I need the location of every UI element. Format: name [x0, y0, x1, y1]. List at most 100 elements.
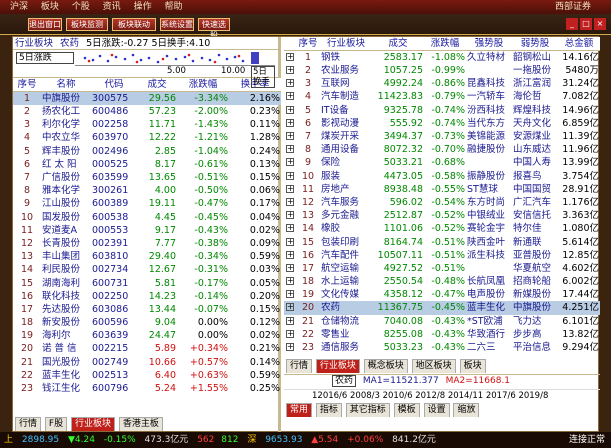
tab-f-shares[interactable]: F股: [44, 417, 68, 431]
table-row[interactable]: +16 汽车配件 10507.11 -0.51% 派生科技 亚普股份 12.85亿: [284, 249, 600, 262]
table-row[interactable]: 14 利民股份 002734 12.67 -0.31% 0.03%: [13, 263, 281, 276]
table-row[interactable]: 2 扬农化工 600486 57.23 -2.00% 0.23%: [13, 105, 281, 118]
tab-quote[interactable]: 行情: [286, 359, 313, 373]
table-row[interactable]: +6 影视动漫 555.92 -0.74% 当代东方 天舟文化 6.859亿: [284, 117, 600, 130]
table-row[interactable]: 13 丰山集团 603810 29.40 -0.34% 0.59%: [13, 250, 281, 263]
table-row[interactable]: 17 先达股份 603086 13.44 -0.07% 0.15%: [13, 303, 281, 316]
table-row[interactable]: +22 零售业 8255.08 -0.43% 华致酒行 步步高 13.82亿: [284, 328, 600, 341]
table-row[interactable]: 12 长青股份 002391 7.77 -0.38% 0.09%: [13, 237, 281, 250]
expand-icon[interactable]: +: [284, 77, 296, 90]
maximize-icon[interactable]: □: [580, 18, 592, 30]
expand-icon[interactable]: +: [284, 117, 296, 130]
expand-icon[interactable]: +: [284, 156, 296, 169]
table-row[interactable]: +18 水上运输 2550.54 -0.48% 长航凤凰 招商轮船 6.002亿: [284, 275, 600, 288]
table-row[interactable]: +7 煤炭开采 3494.37 -0.73% 美锦能源 安源煤业 11.39亿: [284, 130, 600, 143]
table-row[interactable]: 23 钱江生化 600796 5.24 +1.55% 0.25%: [13, 382, 281, 395]
expand-icon[interactable]: +: [284, 301, 296, 315]
tab-settings[interactable]: 设置: [423, 403, 450, 417]
menu-item[interactable]: 个股: [72, 2, 90, 12]
tab-concept[interactable]: 概念板块: [363, 359, 408, 373]
menu-item[interactable]: 板块: [41, 2, 59, 12]
table-row[interactable]: 4 中农立华 603970 12.22 -1.21% 1.28%: [13, 131, 281, 144]
table-row[interactable]: 9 江山股份 600389 19.11 -0.47% 0.17%: [13, 197, 281, 210]
table-row[interactable]: 16 联化科技 002250 14.23 -0.14% 0.20%: [13, 290, 281, 303]
tab-region[interactable]: 地区板块: [411, 359, 456, 373]
table-row[interactable]: +11 房地产 8938.48 -0.55% ST慧球 中国国贸 28.91亿: [284, 183, 600, 196]
col-header[interactable]: 涨跌幅: [424, 37, 466, 51]
table-row[interactable]: 22 蓝丰生化 002513 6.40 +0.63% 0.59%: [13, 369, 281, 382]
table-row[interactable]: +2 农业服务 1057.25 -0.99% 一拖股份 5480万: [284, 64, 600, 77]
expand-icon[interactable]: +: [284, 315, 296, 328]
col-header[interactable]: 弱势股: [512, 37, 558, 51]
expand-icon[interactable]: +: [284, 341, 296, 354]
table-row[interactable]: +19 文化传媒 4358.12 -0.47% 电声股份 新媒股份 17.44亿: [284, 288, 600, 301]
col-header[interactable]: 序号: [296, 37, 320, 51]
expand-icon[interactable]: +: [284, 51, 296, 65]
col-header[interactable]: 涨跌幅: [177, 78, 229, 92]
tab-zoom[interactable]: 缩放: [453, 403, 480, 417]
col-header[interactable]: 成交: [137, 78, 177, 92]
stock-select-button[interactable]: 快速选股: [198, 18, 230, 40]
col-header[interactable]: 行业板块: [320, 37, 372, 51]
col-header[interactable]: 代码: [91, 78, 137, 92]
expand-icon[interactable]: +: [284, 143, 296, 156]
expand-icon[interactable]: +: [284, 90, 296, 103]
table-row[interactable]: 11 安道麦A 000553 9.17 -0.43% 0.02%: [13, 224, 281, 237]
expand-icon[interactable]: +: [284, 288, 296, 301]
expand-icon[interactable]: +: [284, 275, 296, 288]
table-row[interactable]: +17 航空运输 4927.52 -0.51% 华夏航空 4.602亿: [284, 262, 600, 275]
tab-indicator[interactable]: 指标: [315, 403, 342, 417]
menu-item[interactable]: 沪深: [10, 2, 28, 12]
tab-industry[interactable]: 行业板块: [315, 359, 360, 373]
table-row[interactable]: 1 中旗股份 300575 29.56 -3.34% 2.16%: [13, 91, 281, 105]
expand-icon[interactable]: +: [284, 130, 296, 143]
expand-icon[interactable]: +: [284, 104, 296, 117]
tab-industry[interactable]: 行业板块: [70, 417, 115, 431]
tab-template[interactable]: 模板: [393, 403, 420, 417]
settings-button[interactable]: 系统设置: [160, 18, 194, 31]
expand-icon[interactable]: +: [284, 170, 296, 183]
expand-icon[interactable]: +: [284, 183, 296, 196]
expand-icon[interactable]: +: [284, 262, 296, 275]
table-row[interactable]: +8 通用设备 8072.32 -0.70% 融捷股份 山东威达 11.96亿: [284, 143, 600, 156]
col-header[interactable]: 强势股: [466, 37, 512, 51]
table-row[interactable]: +5 IT设备 9325.78 -0.74% 汾西科技 辉煌科技 14.96亿: [284, 104, 600, 117]
col-header[interactable]: 成交: [372, 37, 424, 51]
table-row[interactable]: +21 仓储物流 7040.08 -0.43% *ST欧浦 飞力达 6.101亿: [284, 315, 600, 328]
table-row[interactable]: 19 海利尔 603639 24.47 0.00% 0.02%: [13, 329, 281, 342]
table-row[interactable]: +15 包装印刷 8164.74 -0.51% 陕西金叶 新通联 5.614亿: [284, 235, 600, 248]
board-monitor-button[interactable]: 板块监测: [66, 18, 108, 31]
table-row[interactable]: 21 国光股份 002749 10.66 +0.57% 0.14%: [13, 356, 281, 369]
table-row[interactable]: 5 辉丰股份 002496 2.85 -1.04% 0.24%: [13, 145, 281, 158]
tab-board[interactable]: 板块: [459, 359, 486, 373]
table-row[interactable]: 6 红 太 阳 000525 8.17 -0.61% 0.13%: [13, 158, 281, 171]
expand-icon[interactable]: +: [284, 249, 296, 262]
table-row[interactable]: +3 互联网 4992.24 -0.86% 昆鑫科技 浙江富润 31.24亿: [284, 77, 600, 90]
board-link-button[interactable]: 板块联动: [112, 18, 156, 31]
menu-item[interactable]: 操作: [134, 2, 152, 12]
tab-quote[interactable]: 行情: [15, 417, 42, 431]
exit-button[interactable]: 退出窗口: [28, 18, 62, 31]
table-row[interactable]: +4 汽车制造 11423.83 -0.79% 一汽轿车 海伦哲 7.082亿: [284, 90, 600, 103]
expand-icon[interactable]: +: [284, 209, 296, 222]
expand-icon[interactable]: +: [284, 328, 296, 341]
minimize-icon[interactable]: _: [566, 18, 578, 30]
table-row[interactable]: 3 利尔化学 002258 11.71 -1.43% 0.11%: [13, 118, 281, 131]
table-row[interactable]: 7 广信股份 603599 13.65 -0.51% 0.15%: [13, 171, 281, 184]
table-row[interactable]: +13 多元金融 2512.87 -0.52% 中银绒业 安信信托 3.363亿: [284, 209, 600, 222]
close-icon[interactable]: ×: [594, 18, 606, 30]
table-row[interactable]: 18 新安股份 600596 9.04 0.00% 0.12%: [13, 316, 281, 329]
tab-other-indicator[interactable]: 其它指标: [345, 403, 390, 417]
table-row[interactable]: +9 保险 5033.21 -0.68% 中国人寿 13.99亿: [284, 156, 600, 169]
table-row[interactable]: +14 橡胶 1101.06 -0.52% 赛轮金宇 特尔佳 1.080亿: [284, 222, 600, 235]
table-row[interactable]: 8 雅本化学 300261 4.00 -0.50% 0.06%: [13, 184, 281, 197]
expand-icon[interactable]: +: [284, 235, 296, 248]
expand-icon[interactable]: +: [284, 222, 296, 235]
table-row[interactable]: 15 湖南海利 600731 5.81 -0.17% 0.05%: [13, 276, 281, 289]
table-row[interactable]: +20 农药 11367.75 -0.45% 蓝丰生化 中旗股份 4.251亿: [284, 301, 600, 315]
table-row[interactable]: 20 诺 普 信 002215 5.89 +0.34% 0.21%: [13, 342, 281, 355]
menu-item[interactable]: 资讯: [103, 2, 121, 12]
table-row[interactable]: +10 服装 4473.05 -0.58% 振静股份 报喜鸟 3.754亿: [284, 170, 600, 183]
col-header[interactable]: 总金额: [558, 37, 600, 51]
expand-icon[interactable]: +: [284, 196, 296, 209]
